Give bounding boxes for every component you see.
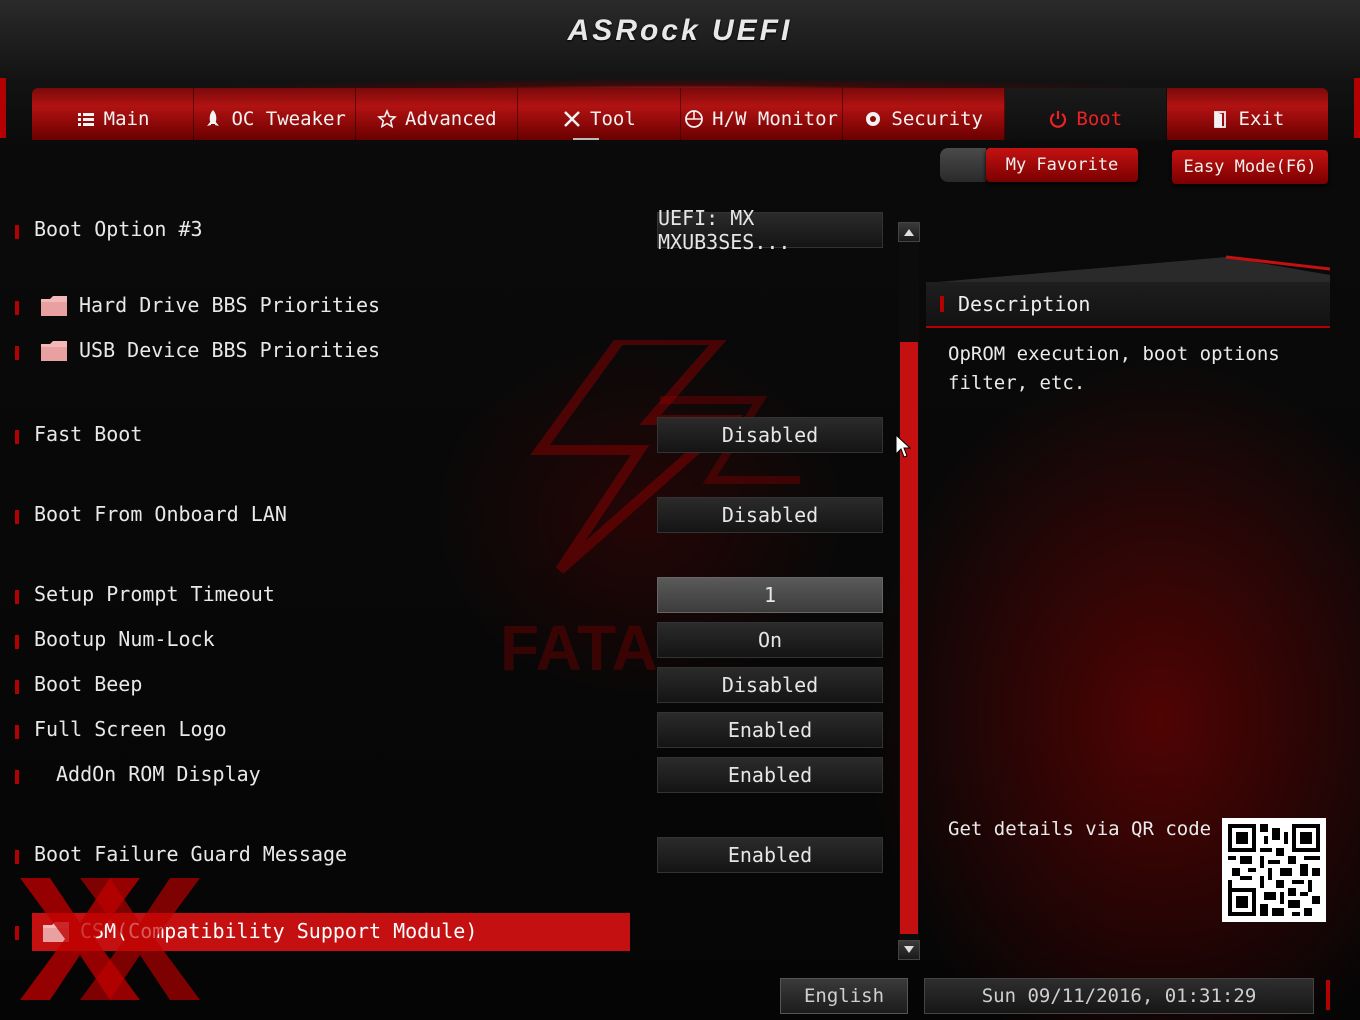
description-text: OpROM execution, boot options filter, et… — [948, 343, 1280, 394]
setting-label: Boot Beep — [34, 672, 143, 696]
brand-logo: ASRock UEFI — [567, 14, 793, 47]
row-marker — [15, 510, 19, 524]
description-marker — [940, 296, 944, 312]
setting-addon-rom-display[interactable]: AddOn ROM Display Enabled — [0, 757, 890, 795]
description-header-decoration — [926, 255, 1330, 283]
setting-boot-failure-guard-message[interactable]: Boot Failure Guard Message Enabled — [0, 837, 890, 875]
row-marker — [15, 770, 19, 784]
submenu-label: Hard Drive BBS Priorities — [79, 293, 381, 317]
favorite-toggle[interactable] — [940, 148, 986, 182]
language-button[interactable]: English — [780, 978, 908, 1014]
star-icon — [377, 109, 397, 129]
tab-label: H/W Monitor — [712, 108, 838, 130]
my-favorite-button[interactable]: My Favorite — [986, 148, 1138, 182]
description-title: Description — [958, 292, 1091, 316]
scroll-down-button[interactable] — [898, 940, 920, 960]
row-marker — [15, 430, 19, 444]
row-marker — [15, 346, 19, 360]
setting-label: Boot Option #3 — [34, 217, 203, 241]
setting-boot-beep[interactable]: Boot Beep Disabled — [0, 667, 890, 705]
shield-gear-icon — [863, 109, 883, 129]
folder-icon — [41, 296, 67, 316]
tab-boot[interactable]: Boot — [1004, 88, 1167, 140]
setting-value-dropdown[interactable]: UEFI: MX MXUB3SES... — [657, 206, 883, 254]
row-marker — [15, 850, 19, 864]
tools-icon — [562, 109, 582, 129]
footer-accent — [1326, 980, 1330, 1010]
list-icon — [76, 109, 96, 129]
setting-label: Boot Failure Guard Message — [34, 842, 348, 866]
monitor-icon — [684, 109, 704, 129]
setting-bootup-num-lock[interactable]: Bootup Num-Lock On — [0, 622, 890, 660]
setting-value-input[interactable]: 1 — [657, 577, 883, 613]
tab-underline — [572, 138, 599, 140]
tab-label: Exit — [1238, 108, 1285, 130]
qr-code-image — [1222, 818, 1326, 922]
setting-value-dropdown[interactable]: Disabled — [657, 497, 883, 533]
tab-advanced[interactable]: Advanced — [356, 88, 519, 140]
row-marker — [15, 926, 19, 940]
setting-boot-option-3[interactable]: Boot Option #3 UEFI: MX MXUB3SES... — [0, 206, 890, 254]
setting-label: Bootup Num-Lock — [34, 627, 215, 651]
row-marker — [15, 225, 19, 239]
tab-label: Tool — [590, 108, 636, 130]
setting-label: Full Screen Logo — [34, 717, 227, 741]
left-accent — [0, 78, 6, 138]
setting-value-dropdown[interactable]: Enabled — [657, 712, 883, 748]
right-accent — [1354, 78, 1360, 138]
qr-code-icon — [1228, 824, 1320, 916]
row-marker — [15, 725, 19, 739]
tab-label: Security — [891, 108, 983, 130]
easy-mode-button[interactable]: Easy Mode(F6) — [1172, 150, 1328, 184]
setting-full-screen-logo[interactable]: Full Screen Logo Enabled — [0, 712, 890, 750]
submenu-label: USB Device BBS Priorities — [79, 338, 381, 362]
submenu-usb-device-bbs[interactable]: USB Device BBS Priorities — [0, 333, 890, 371]
scroll-up-button[interactable] — [898, 222, 920, 242]
mouse-cursor-icon — [895, 434, 911, 458]
scrollbar-thumb[interactable] — [900, 342, 918, 934]
tab-label: Main — [103, 108, 150, 130]
tab-main[interactable]: Main — [32, 88, 195, 140]
tab-label: OC Tweaker — [231, 108, 346, 130]
triangle-up-icon — [904, 229, 914, 236]
tab-exit[interactable]: Exit — [1167, 88, 1328, 140]
setting-label: Setup Prompt Timeout — [34, 582, 275, 606]
qr-label: Get details via QR code — [948, 818, 1212, 840]
setting-label: AddOn ROM Display — [56, 762, 261, 786]
setting-label: Fast Boot — [34, 422, 143, 446]
tab-security[interactable]: Security — [843, 88, 1005, 140]
setting-value-dropdown[interactable]: On — [657, 622, 883, 658]
folder-icon — [41, 341, 67, 361]
datetime-display: Sun 09/11/2016, 01:31:29 — [924, 978, 1314, 1014]
row-marker — [15, 590, 19, 604]
setting-value-dropdown[interactable]: Disabled — [657, 667, 883, 703]
main-tabbar: Main OC Tweaker Advanced Tool H/W Monito… — [32, 88, 1328, 140]
setting-setup-prompt-timeout[interactable]: Setup Prompt Timeout 1 — [0, 577, 890, 615]
tab-label: Boot — [1076, 108, 1123, 130]
row-marker — [15, 301, 19, 315]
row-marker — [15, 635, 19, 649]
triangle-down-icon — [904, 946, 914, 953]
rocket-icon — [203, 109, 223, 129]
setting-value-dropdown[interactable]: Disabled — [657, 417, 883, 453]
setting-value-dropdown[interactable]: Enabled — [657, 757, 883, 793]
setting-value-dropdown[interactable]: Enabled — [657, 837, 883, 873]
power-icon — [1048, 109, 1068, 129]
row-marker — [15, 680, 19, 694]
description-header: Description — [926, 282, 1330, 328]
submenu-hard-drive-bbs[interactable]: Hard Drive BBS Priorities — [0, 288, 890, 326]
site-logo-overlay — [20, 878, 200, 1000]
setting-boot-from-onboard-lan[interactable]: Boot From Onboard LAN Disabled — [0, 497, 890, 535]
setting-fast-boot[interactable]: Fast Boot Disabled — [0, 417, 890, 455]
tab-label: Advanced — [405, 108, 497, 130]
tab-oc-tweaker[interactable]: OC Tweaker — [194, 88, 357, 140]
tab-tool[interactable]: Tool — [518, 88, 681, 140]
door-icon — [1211, 109, 1231, 129]
setting-label: Boot From Onboard LAN — [34, 502, 287, 526]
tab-hw-monitor[interactable]: H/W Monitor — [681, 88, 843, 140]
